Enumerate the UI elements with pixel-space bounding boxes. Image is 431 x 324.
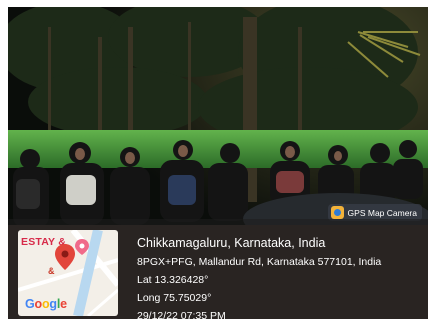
location-pin-icon xyxy=(55,244,75,270)
badge-label: GPS Map Camera xyxy=(347,207,417,218)
location-address: 8PGX+PFG, Mallandur Rd, Karnataka 577101… xyxy=(137,256,382,268)
gps-map-camera-icon xyxy=(330,206,344,219)
location-latitude: Lat 13.326428° xyxy=(137,274,209,286)
location-text: Chikkamagaluru, Karnataka, India 8PGX+PF… xyxy=(137,236,381,319)
location-longitude: Long 75.75029° xyxy=(137,292,212,304)
map-thumbnail: ESTAY & & Google xyxy=(18,230,118,316)
location-info-panel: ESTAY & & Google Chikkamagaluru, Karnata… xyxy=(8,219,428,319)
google-attribution: Google xyxy=(25,297,67,311)
night-group-photo: GPS Map Camera ESTAY & & Google Chikkama… xyxy=(8,7,428,319)
poi-marker-icon xyxy=(75,239,89,255)
map-poi-amp: & xyxy=(48,266,55,276)
location-datetime: 29/12/22 07:35 PM xyxy=(137,310,226,319)
location-city: Chikkamagaluru, Karnataka, India xyxy=(137,236,326,250)
